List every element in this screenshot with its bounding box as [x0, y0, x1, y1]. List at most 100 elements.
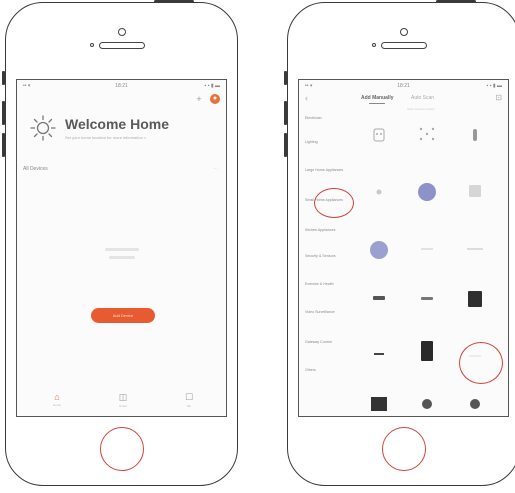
category-item[interactable]: Gateway Control — [305, 340, 351, 345]
add-device-button[interactable]: Add Device — [91, 308, 155, 323]
category-item[interactable]: Video Surveillance — [305, 310, 351, 315]
power-button — [154, 0, 194, 3]
device-tile[interactable] — [455, 244, 495, 262]
tab-auto-scan[interactable]: Auto Scan — [411, 95, 434, 101]
category-item[interactable]: Security & Sensors — [305, 254, 351, 259]
category-item[interactable]: Lighting — [305, 140, 351, 145]
air-purifier-icon — [421, 341, 433, 361]
right-phone-frame: •• ▾ 18:21 ▪ ▪ ▮ ▬ ‹ Add Manually Auto S… — [284, 0, 515, 486]
device-tile[interactable] — [455, 398, 495, 410]
add-device-header: ‹ Add Manually Auto Scan ⊡ — [299, 93, 508, 107]
volume-down-button — [284, 133, 287, 157]
plug-icon — [473, 129, 477, 141]
device-tile[interactable] — [407, 244, 447, 262]
earpiece-speaker — [98, 42, 145, 49]
sun-weather-icon — [30, 115, 56, 141]
home-button-highlight[interactable] — [99, 427, 144, 471]
device-tile[interactable] — [407, 294, 447, 312]
bottom-tab-bar: ⌂ Home ◫ Smart ☐ Me — [17, 384, 226, 416]
empty-state-illustration — [105, 248, 139, 268]
tab-me[interactable]: ☐ Me — [177, 392, 201, 408]
category-item[interactable]: Kitchen Appliances — [305, 228, 351, 233]
device-tile[interactable] — [359, 294, 399, 312]
sensor-dot — [372, 43, 376, 47]
device-highlight-ring — [459, 342, 503, 384]
device-tile[interactable] — [455, 184, 495, 206]
left-phone-frame: •• ▾ 18:21 ▪ ▪ ▮ ▬ + ● Welcome Home Set … — [2, 0, 238, 486]
status-bar: •• ▾ 18:21 ▪ ▪ ▮ ▬ — [299, 82, 508, 91]
volume-up-button — [284, 101, 287, 125]
device-tile[interactable] — [407, 182, 447, 210]
status-time: 18:21 — [115, 83, 128, 89]
welcome-title: Welcome Home — [65, 116, 169, 132]
round-device-icon — [418, 183, 436, 201]
device-tile[interactable] — [407, 340, 447, 370]
device-tile[interactable] — [455, 128, 495, 150]
add-icon[interactable]: + — [194, 94, 204, 104]
power-button — [436, 0, 476, 3]
device-tile[interactable] — [359, 350, 399, 366]
light-strip-icon — [421, 248, 433, 250]
header-actions: + ● — [194, 94, 220, 104]
status-time: 18:21 — [397, 83, 410, 89]
earpiece-speaker — [380, 42, 427, 49]
panel-icon — [469, 185, 481, 197]
front-camera — [117, 28, 126, 36]
sensor-dot — [90, 43, 94, 47]
tab-smart-label: Smart — [118, 404, 127, 408]
profile-icon: ☐ — [184, 392, 194, 402]
heater-icon — [421, 297, 433, 300]
light-bar-icon — [467, 248, 483, 250]
signal-indicator: •• ▾ — [23, 83, 31, 89]
more-icon[interactable]: ··· — [213, 166, 218, 172]
home-screen: •• ▾ 18:21 ▪ ▪ ▮ ▬ + ● Welcome Home Set … — [16, 79, 227, 417]
volume-up-button — [2, 101, 5, 125]
device-tile[interactable] — [407, 398, 447, 410]
category-list: Electrician Lighting Large Home Applianc… — [299, 112, 355, 416]
tab-home-label: Home — [52, 403, 61, 407]
home-icon: ⌂ — [54, 392, 60, 402]
smart-scene-icon: ◫ — [118, 392, 128, 402]
home-button-highlight[interactable] — [381, 427, 426, 471]
robot-vacuum-icon — [470, 399, 480, 409]
socket-icon — [373, 128, 385, 142]
device-tile[interactable] — [407, 126, 447, 150]
battery-indicator: ▪ ▪ ▮ ▬ — [204, 83, 220, 89]
welcome-banner: Welcome Home Set your home location for … — [29, 114, 220, 146]
category-item[interactable]: Large Home Appliances — [305, 168, 351, 173]
dehumidifier-icon — [468, 291, 482, 307]
round-device-icon — [370, 241, 388, 259]
device-tile[interactable] — [455, 290, 495, 316]
tab-home[interactable]: ⌂ Home — [45, 392, 69, 407]
location-prompt-link[interactable]: Set your home location for more informat… — [65, 135, 146, 140]
fan-icon — [374, 353, 384, 355]
category-highlight-ring — [314, 188, 354, 218]
mute-switch — [2, 71, 5, 85]
robot-vacuum-icon — [422, 399, 432, 409]
tab-me-label: Me — [186, 404, 192, 408]
air-conditioner-icon — [373, 296, 385, 300]
tab-add-manually[interactable]: Add Manually — [361, 95, 394, 101]
message-icon[interactable]: ● — [210, 94, 220, 104]
volume-down-button — [2, 133, 5, 157]
category-item[interactable]: Electrician — [305, 116, 351, 121]
front-camera — [399, 28, 408, 36]
device-tile[interactable] — [359, 128, 399, 150]
battery-indicator: ▪ ▪ ▮ ▬ — [486, 83, 502, 89]
scan-icon[interactable]: ⊡ — [495, 93, 502, 102]
camera-device-icon — [371, 397, 387, 411]
signal-indicator: •• ▾ — [305, 83, 313, 89]
device-tile[interactable] — [359, 188, 399, 204]
switch-icon — [376, 189, 382, 195]
device-tile[interactable] — [359, 240, 399, 268]
back-arrow-icon[interactable]: ‹ — [305, 93, 308, 103]
scan-hint: Scan devices nearby — [407, 107, 435, 111]
device-tile[interactable] — [359, 396, 399, 412]
device-group-label[interactable]: All Devices — [23, 166, 48, 172]
mute-switch — [284, 71, 287, 85]
category-item[interactable]: Others — [305, 368, 351, 373]
active-tab-indicator — [369, 103, 385, 104]
category-item[interactable]: Exercise & Health — [305, 282, 351, 287]
tab-smart[interactable]: ◫ Smart — [111, 392, 135, 408]
status-bar: •• ▾ 18:21 ▪ ▪ ▮ ▬ — [17, 82, 226, 91]
